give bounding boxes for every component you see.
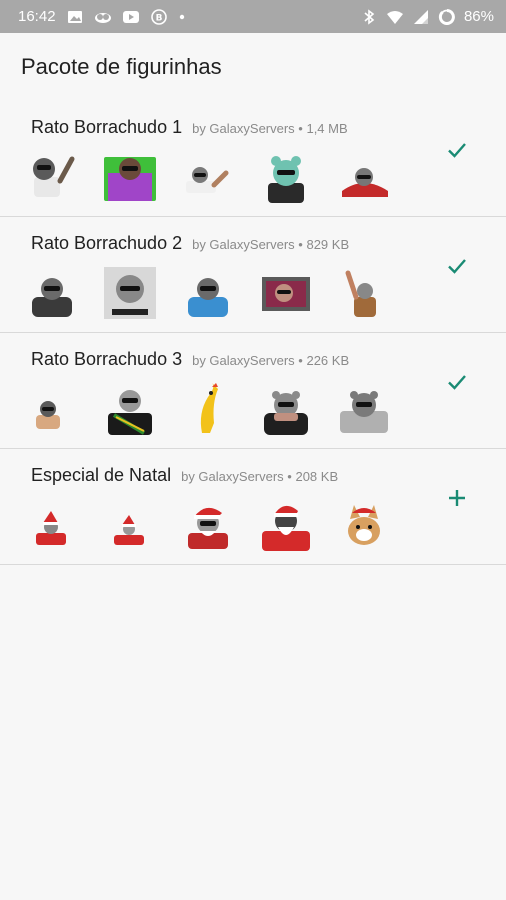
sticker-thumbnail (26, 383, 78, 435)
pack-name: Especial de Natal (31, 465, 172, 485)
pack-name: Rato Borrachudo 2 (31, 233, 183, 253)
pack-meta: by GalaxyServers • 1,4 MB (192, 121, 348, 136)
sticker-pack-item[interactable]: Rato Borrachudo 3 by GalaxyServers • 226… (0, 333, 506, 449)
sticker-thumbnail (338, 499, 390, 551)
pack-header: Rato Borrachudo 1 by GalaxyServers • 1,4… (31, 117, 348, 138)
pack-name: Rato Borrachudo 1 (31, 117, 183, 137)
pack-size: 208 KB (295, 469, 339, 484)
svg-text:B: B (155, 13, 162, 23)
pack-header: Especial de Natal by GalaxyServers • 208… (31, 465, 338, 486)
wifi-icon (386, 9, 404, 25)
pack-author: by GalaxyServers (192, 353, 295, 368)
pack-header: Rato Borrachudo 3 by GalaxyServers • 226… (31, 349, 349, 370)
battery-icon (438, 8, 456, 25)
sticker-thumbnail (260, 499, 312, 551)
cloud-icon (94, 9, 112, 25)
sticker-thumbnail (260, 151, 312, 203)
sticker-thumbnail (338, 383, 390, 435)
pack-header: Rato Borrachudo 2 by GalaxyServers • 829… (31, 233, 349, 254)
check-icon[interactable] (442, 367, 472, 397)
sticker-thumbnail (338, 151, 390, 203)
sticker-pack-item[interactable]: Rato Borrachudo 1 by GalaxyServers • 1,4… (0, 101, 506, 217)
plus-icon[interactable] (442, 483, 472, 513)
pack-meta: by GalaxyServers • 226 KB (192, 353, 350, 368)
pack-size: 829 KB (306, 237, 350, 252)
pack-name: Rato Borrachudo 3 (31, 349, 183, 369)
sticker-thumbnail (104, 383, 156, 435)
sticker-thumbnail (104, 151, 156, 203)
sticker-thumbnail (182, 499, 234, 551)
pack-meta: by GalaxyServers • 829 KB (192, 237, 350, 252)
sticker-thumbnail (104, 267, 156, 319)
sticker-preview-row (26, 151, 390, 203)
signal-icon (412, 9, 430, 25)
sticker-preview-row (26, 499, 390, 551)
pack-meta: by GalaxyServers • 208 KB (181, 469, 339, 484)
sticker-thumbnail (260, 383, 312, 435)
sticker-thumbnail (182, 151, 234, 203)
sticker-preview-row (26, 383, 390, 435)
sticker-thumbnail (182, 383, 234, 435)
sticker-thumbnail (338, 267, 390, 319)
pack-size: 1,4 MB (306, 121, 348, 136)
check-icon[interactable] (442, 135, 472, 165)
image-icon (66, 9, 84, 25)
sticker-thumbnail (26, 499, 78, 551)
sticker-thumbnail (26, 267, 78, 319)
dot-icon (178, 9, 186, 25)
bluetooth-icon (360, 8, 378, 25)
bitcoin-icon: B (150, 8, 168, 25)
battery-percent: 86% (463, 8, 494, 25)
pack-author: by GalaxyServers (181, 469, 284, 484)
sticker-thumbnail (104, 499, 156, 551)
app-bar: Pacote de figurinhas (0, 33, 506, 101)
sticker-preview-row (26, 267, 390, 319)
check-icon[interactable] (442, 251, 472, 281)
sticker-pack-item[interactable]: Especial de Natal by GalaxyServers • 208… (0, 449, 506, 565)
sticker-pack-item[interactable]: Rato Borrachudo 2 by GalaxyServers • 829… (0, 217, 506, 333)
status-bar: 16:42 B 86% (0, 0, 506, 33)
youtube-icon (122, 9, 140, 25)
pack-author: by GalaxyServers (192, 121, 295, 136)
sticker-thumbnail (26, 151, 78, 203)
pack-author: by GalaxyServers (192, 237, 295, 252)
sticker-thumbnail (260, 267, 312, 319)
page-title: Pacote de figurinhas (21, 54, 222, 79)
pack-size: 226 KB (306, 353, 350, 368)
sticker-thumbnail (182, 267, 234, 319)
status-time: 16:42 (18, 8, 56, 25)
